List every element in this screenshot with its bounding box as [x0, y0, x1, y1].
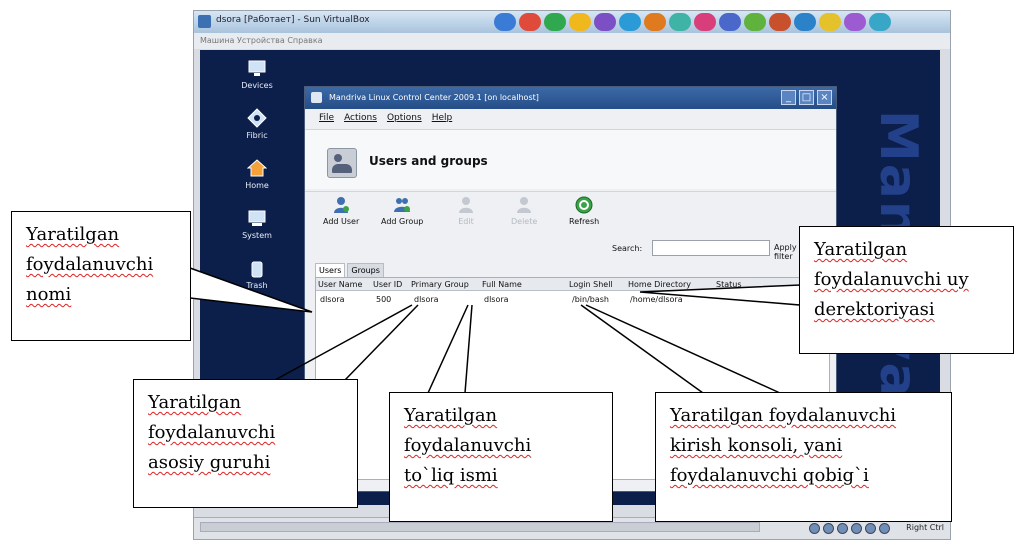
full-name-pointer-line [464, 304, 473, 394]
primary-group-pointer-line [344, 304, 419, 381]
callout-text: Yaratilgan foydalanuvchi to`liq ismi [404, 405, 532, 486]
login-shell-pointer-line [585, 304, 781, 394]
callout-login-shell: Yaratilgan foydalanuvchi kirish konsoli,… [655, 392, 952, 522]
home-dir-pointer [639, 284, 801, 306]
callout-text: Yaratilgan foydalanuvchi asosiy guruhi [148, 392, 276, 473]
full-name-pointer-line [427, 304, 469, 394]
callout-text: Yaratilgan foydalanuvchi nomi [26, 224, 154, 305]
callout-user-name: Yaratilgan foydalanuvchi nomi [11, 211, 191, 341]
primary-group-pointer-line [274, 304, 413, 381]
callout-text: Yaratilgan foydalanuvchi uy derektoriyas… [814, 239, 969, 320]
user-name-pointer [189, 266, 313, 313]
callout-primary-group: Yaratilgan foydalanuvchi asosiy guruhi [133, 379, 358, 508]
callout-full-name: Yaratilgan foydalanuvchi to`liq ismi [389, 392, 613, 522]
callout-text: Yaratilgan foydalanuvchi kirish konsoli,… [670, 405, 897, 486]
callout-home-directory: Yaratilgan foydalanuvchi uy derektoriyas… [799, 226, 1014, 354]
